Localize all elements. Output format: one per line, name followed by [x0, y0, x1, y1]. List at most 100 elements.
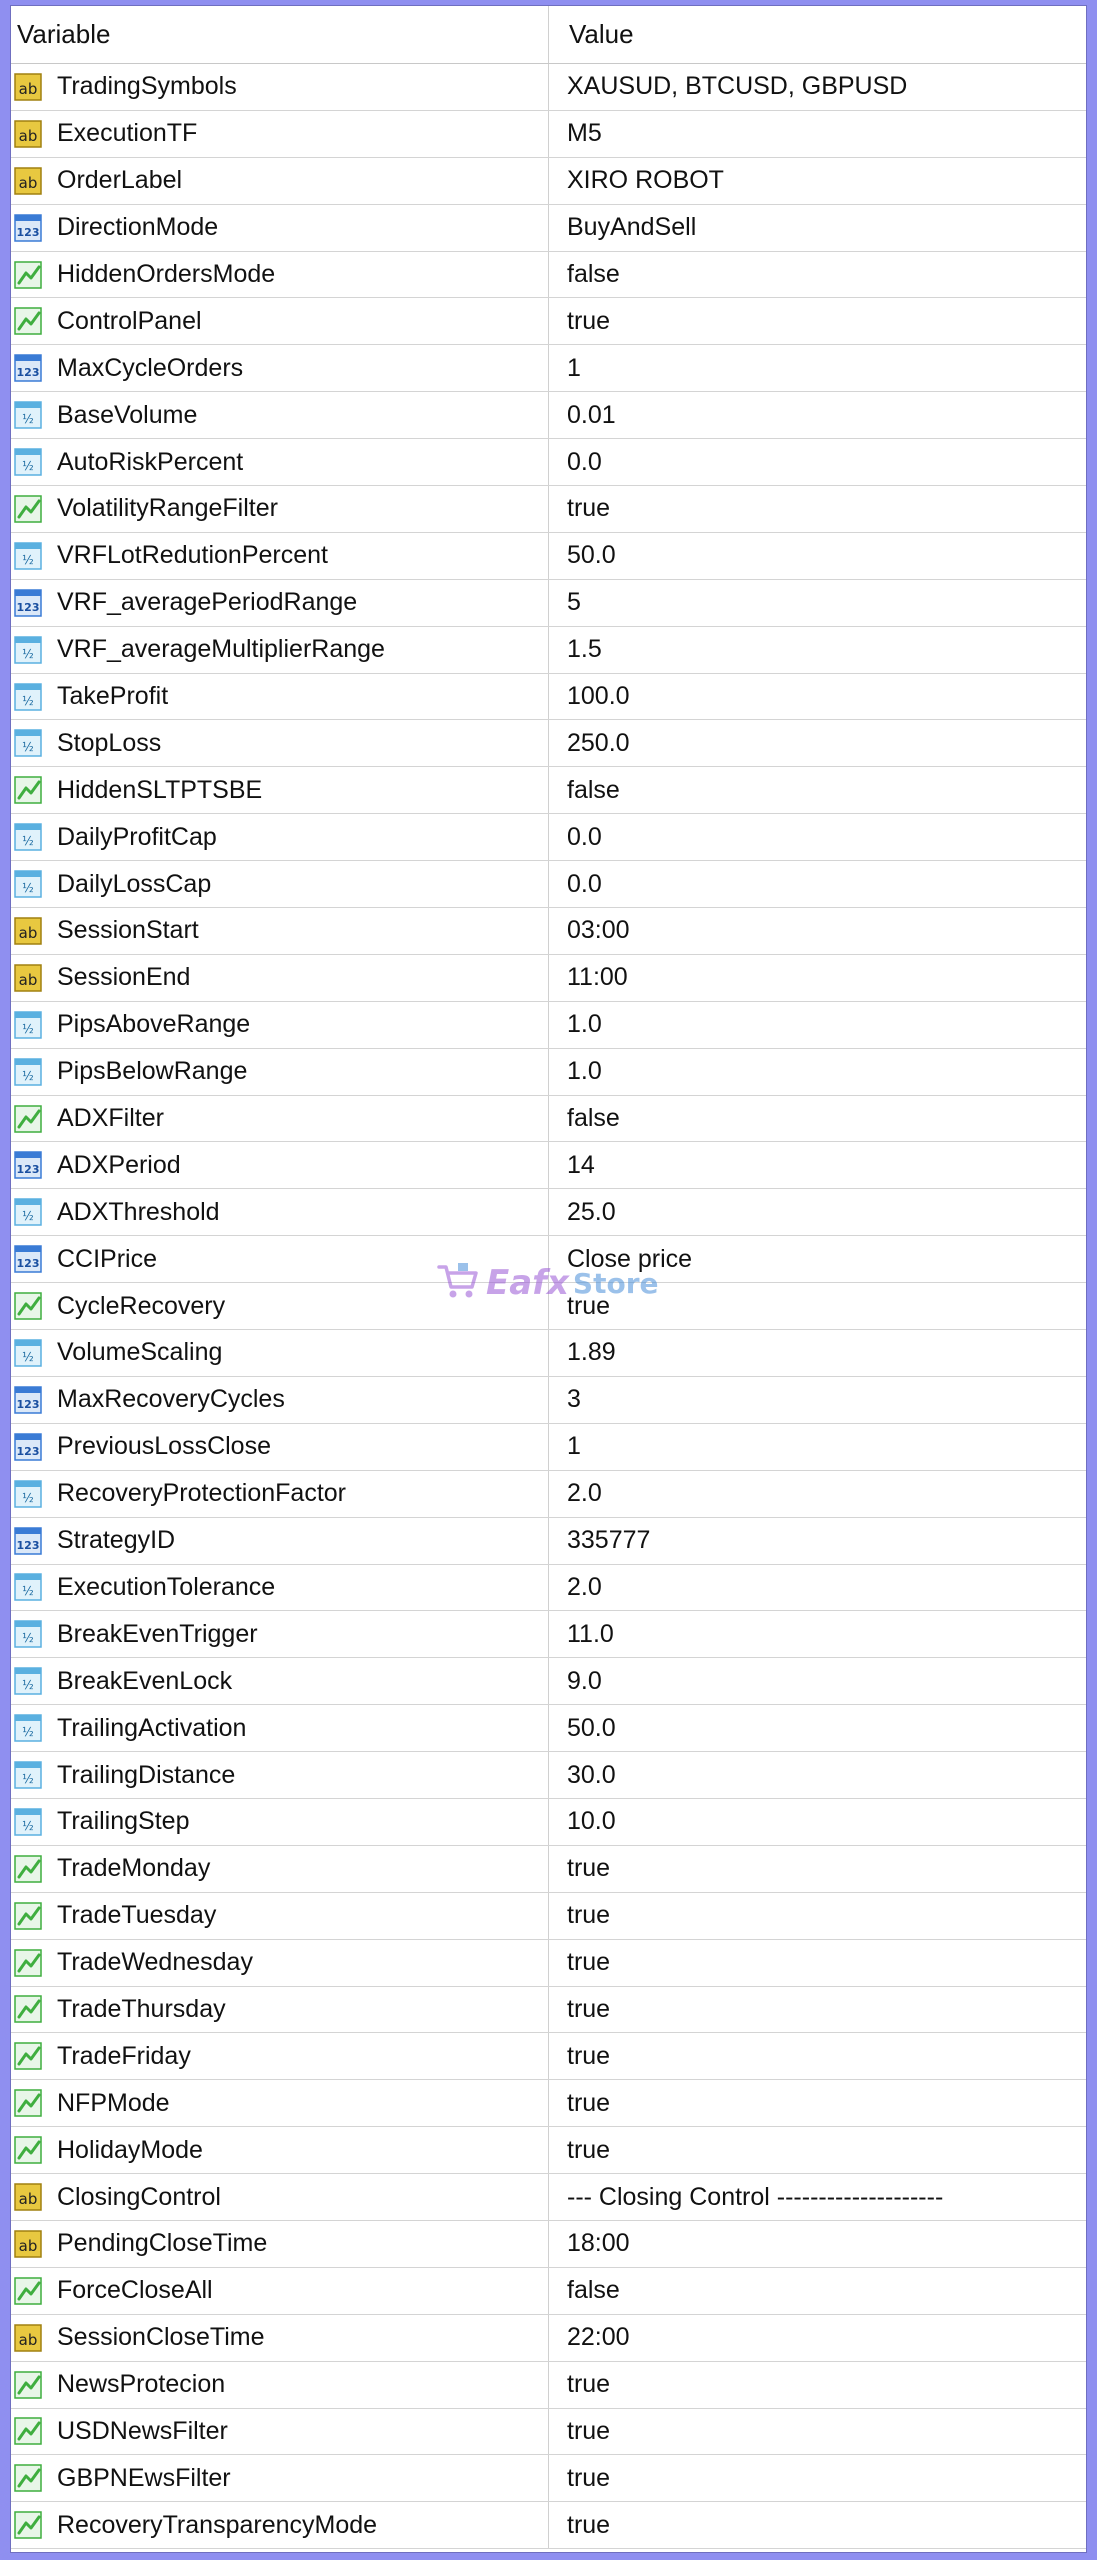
value-cell[interactable]: false: [549, 767, 1086, 813]
variable-cell[interactable]: ab ClosingControl: [11, 2174, 549, 2220]
table-row[interactable]: ½ StopLoss 250.0: [11, 720, 1086, 768]
table-row[interactable]: ½ PipsAboveRange 1.0: [11, 1001, 1086, 1049]
variable-cell[interactable]: ½ PipsAboveRange: [11, 1001, 549, 1048]
variable-cell[interactable]: ½ ExecutionTolerance: [11, 1564, 549, 1611]
variable-cell[interactable]: ControlPanel: [11, 298, 549, 345]
variable-cell[interactable]: HiddenOrdersMode: [11, 251, 549, 298]
table-row[interactable]: 123 VRF_averagePeriodRange 5: [11, 579, 1086, 627]
value-cell[interactable]: true: [549, 1940, 1086, 1986]
variable-cell[interactable]: ½ DailyLossCap: [11, 861, 549, 908]
variable-cell[interactable]: HolidayMode: [11, 2127, 549, 2174]
value-cell[interactable]: 0.0: [549, 861, 1086, 907]
value-cell[interactable]: 1: [549, 1424, 1086, 1470]
variable-cell[interactable]: ½ TrailingDistance: [11, 1752, 549, 1798]
variable-cell[interactable]: VolatilityRangeFilter: [11, 486, 549, 532]
variable-cell[interactable]: ½ RecoveryProtectionFactor: [11, 1470, 549, 1517]
value-cell[interactable]: false: [549, 2268, 1086, 2314]
variable-cell[interactable]: ½ VRFLotRedutionPercent: [11, 532, 549, 579]
table-row[interactable]: 123 StrategyID 335777: [11, 1517, 1086, 1565]
value-cell[interactable]: M5: [549, 111, 1086, 157]
variable-cell[interactable]: ab SessionStart: [11, 908, 549, 954]
table-row[interactable]: ½ VRF_averageMultiplierRange 1.5: [11, 626, 1086, 674]
table-row[interactable]: ½ AutoRiskPercent 0.0: [11, 439, 1086, 487]
value-cell[interactable]: true: [549, 2127, 1086, 2173]
value-cell[interactable]: true: [549, 486, 1086, 532]
value-cell[interactable]: 03:00: [549, 908, 1086, 954]
value-cell[interactable]: XIRO ROBOT: [549, 158, 1086, 204]
table-row[interactable]: ab SessionEnd 11:00: [11, 954, 1086, 1002]
variable-cell[interactable]: TradeTuesday: [11, 1892, 549, 1939]
value-cell[interactable]: 250.0: [549, 720, 1086, 766]
table-row[interactable]: ab PendingCloseTime 18:00: [11, 2220, 1086, 2268]
variable-cell[interactable]: ½ DailyProfitCap: [11, 814, 549, 861]
table-row[interactable]: ½ TrailingDistance 30.0: [11, 1752, 1086, 1799]
value-cell[interactable]: 11:00: [549, 955, 1086, 1001]
table-row[interactable]: RecoveryTransparencyMode true: [11, 2502, 1086, 2550]
table-row[interactable]: ½ ADXThreshold 25.0: [11, 1189, 1086, 1237]
variable-cell[interactable]: ab ExecutionTF: [11, 110, 549, 157]
table-row[interactable]: 123 PreviousLossClose 1: [11, 1423, 1086, 1471]
variable-cell[interactable]: ab SessionEnd: [11, 954, 549, 1001]
variable-cell[interactable]: 123 StrategyID: [11, 1517, 549, 1564]
value-cell[interactable]: 0.01: [549, 392, 1086, 438]
value-cell[interactable]: 14: [549, 1142, 1086, 1188]
value-cell[interactable]: false: [549, 252, 1086, 298]
table-row[interactable]: 123 MaxRecoveryCycles 3: [11, 1376, 1086, 1424]
value-cell[interactable]: 1.5: [549, 627, 1086, 673]
value-cell[interactable]: 100.0: [549, 674, 1086, 720]
table-row[interactable]: HiddenOrdersMode false: [11, 251, 1086, 299]
variable-cell[interactable]: CycleRecovery: [11, 1283, 549, 1330]
table-row[interactable]: ½ ExecutionTolerance 2.0: [11, 1564, 1086, 1612]
variable-cell[interactable]: ab OrderLabel: [11, 157, 549, 204]
variable-cell[interactable]: NewsProtecion: [11, 2361, 549, 2408]
variable-cell[interactable]: 123 VRF_averagePeriodRange: [11, 579, 549, 626]
table-row[interactable]: TradeMonday true: [11, 1845, 1086, 1893]
table-row[interactable]: ½ TrailingActivation 50.0: [11, 1705, 1086, 1753]
table-row[interactable]: ½ VolumeScaling 1.89: [11, 1330, 1086, 1377]
value-cell[interactable]: 25.0: [549, 1189, 1086, 1235]
table-row[interactable]: ControlPanel true: [11, 298, 1086, 346]
variable-cell[interactable]: ½ VolumeScaling: [11, 1330, 549, 1376]
value-cell[interactable]: true: [549, 2455, 1086, 2501]
value-cell[interactable]: 1.0: [549, 1049, 1086, 1095]
table-row[interactable]: ½ RecoveryProtectionFactor 2.0: [11, 1470, 1086, 1518]
variable-cell[interactable]: ab PendingCloseTime: [11, 2220, 549, 2267]
table-row[interactable]: ½ VRFLotRedutionPercent 50.0: [11, 532, 1086, 580]
table-row[interactable]: ab ExecutionTF M5: [11, 110, 1086, 158]
value-cell[interactable]: true: [549, 1893, 1086, 1939]
table-row[interactable]: ½ BaseVolume 0.01: [11, 392, 1086, 440]
table-row[interactable]: USDNewsFilter true: [11, 2408, 1086, 2456]
table-row[interactable]: ab SessionCloseTime 22:00: [11, 2314, 1086, 2362]
variable-cell[interactable]: USDNewsFilter: [11, 2408, 549, 2455]
variable-cell[interactable]: ab TradingSymbols: [11, 64, 549, 110]
table-row[interactable]: ½ DailyProfitCap 0.0: [11, 814, 1086, 862]
value-cell[interactable]: 9.0: [549, 1658, 1086, 1704]
table-row[interactable]: ADXFilter false: [11, 1095, 1086, 1143]
value-cell[interactable]: 18:00: [549, 2221, 1086, 2267]
variable-cell[interactable]: ½ BreakEvenTrigger: [11, 1611, 549, 1658]
variable-cell[interactable]: ADXFilter: [11, 1095, 549, 1142]
value-cell[interactable]: true: [549, 2409, 1086, 2455]
value-cell[interactable]: 1.89: [549, 1330, 1086, 1376]
variable-cell[interactable]: ½ TrailingActivation: [11, 1705, 549, 1752]
variable-cell[interactable]: ½ PipsBelowRange: [11, 1048, 549, 1095]
table-row[interactable]: TradeThursday true: [11, 1986, 1086, 2034]
value-cell[interactable]: --- Closing Control --------------------: [549, 2174, 1086, 2220]
table-row[interactable]: TradeTuesday true: [11, 1892, 1086, 1940]
variable-cell[interactable]: HiddenSLTPTSBE: [11, 767, 549, 814]
value-cell[interactable]: 10.0: [549, 1799, 1086, 1845]
value-cell[interactable]: 22:00: [549, 2315, 1086, 2361]
variable-cell[interactable]: ½ BaseVolume: [11, 392, 549, 439]
variable-cell[interactable]: ½ AutoRiskPercent: [11, 439, 549, 486]
variable-cell[interactable]: TradeThursday: [11, 1986, 549, 2033]
value-cell[interactable]: Close price: [549, 1236, 1086, 1282]
value-cell[interactable]: true: [549, 1283, 1086, 1329]
variable-cell[interactable]: GBPNEwsFilter: [11, 2455, 549, 2502]
value-cell[interactable]: true: [549, 298, 1086, 344]
table-row[interactable]: 123 MaxCycleOrders 1: [11, 345, 1086, 393]
variable-cell[interactable]: ½ BreakEvenLock: [11, 1658, 549, 1705]
value-cell[interactable]: 2.0: [549, 1471, 1086, 1517]
value-cell[interactable]: 30.0: [549, 1752, 1086, 1798]
value-cell[interactable]: true: [549, 2033, 1086, 2079]
value-cell[interactable]: true: [549, 2502, 1086, 2548]
